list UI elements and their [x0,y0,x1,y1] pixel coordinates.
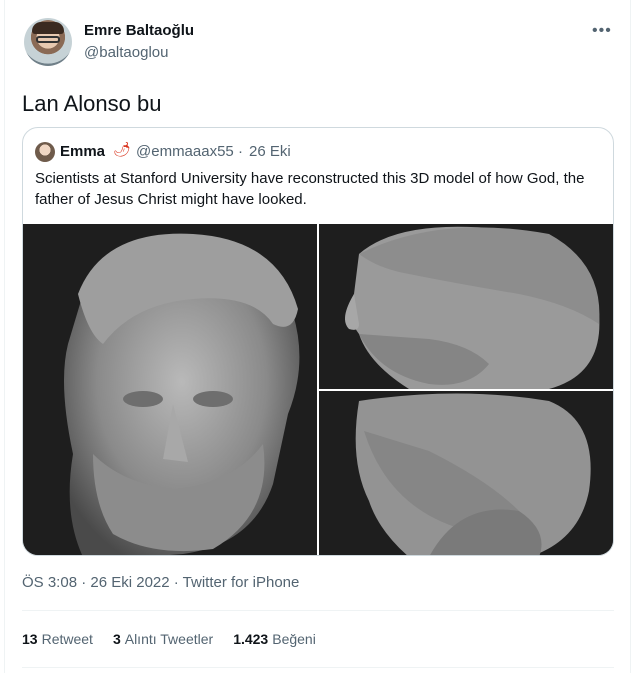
likes-stat[interactable]: 1.423 Beğeni [233,631,316,647]
retweets-label: Retweet [41,631,93,647]
head-sculpture-side-image [319,391,613,555]
quotes-label: Alıntı Tweetler [124,631,214,647]
media-image-front[interactable] [23,224,317,555]
separator-dot: · [238,143,243,160]
chili-pepper-icon: 🌶 [113,141,131,157]
retweets-count: 13 [22,631,38,647]
retweets-stat[interactable]: 13 Retweet [22,631,93,647]
quoted-name[interactable]: Emma [60,143,105,160]
divider-top [22,610,614,611]
head-sculpture-front-image [23,224,317,555]
quotes-stat[interactable]: 3 Alıntı Tweetler [113,631,213,647]
avatar-hair [32,22,64,34]
quoted-date[interactable]: 26 Eki [249,143,291,160]
media-grid [23,224,613,555]
media-image-profile[interactable] [319,224,613,389]
likes-label: Beğeni [272,631,316,647]
divider-bottom [22,667,614,668]
head-sculpture-profile-image [319,224,613,389]
quoted-handle[interactable]: @emmaaax55 [136,143,234,160]
likes-count: 1.423 [233,631,269,647]
quotes-count: 3 [112,631,121,647]
quoted-text: Scientists at Stanford University have r… [35,170,585,208]
quoted-tweet[interactable]: Emma 🌶 @emmaaax55 · 26 Eki Scientists at… [22,127,614,556]
more-icon[interactable]: ••• [592,22,612,40]
quoted-avatar[interactable] [35,142,55,162]
tweet-text: Lan Alonso bu [22,91,162,116]
author-avatar[interactable] [24,18,72,66]
avatar-glasses [36,36,60,43]
tweet-meta[interactable]: ÖS 3:08 · 26 Eki 2022 · Twitter for iPho… [22,574,299,591]
author-name[interactable]: Emre Baltaoğlu [84,22,194,39]
media-image-side[interactable] [319,391,613,555]
author-handle[interactable]: @baltaoglou [84,44,168,61]
tweet-stats: 13 Retweet 3 Alıntı Tweetler 1.423 Beğeni [22,631,316,647]
